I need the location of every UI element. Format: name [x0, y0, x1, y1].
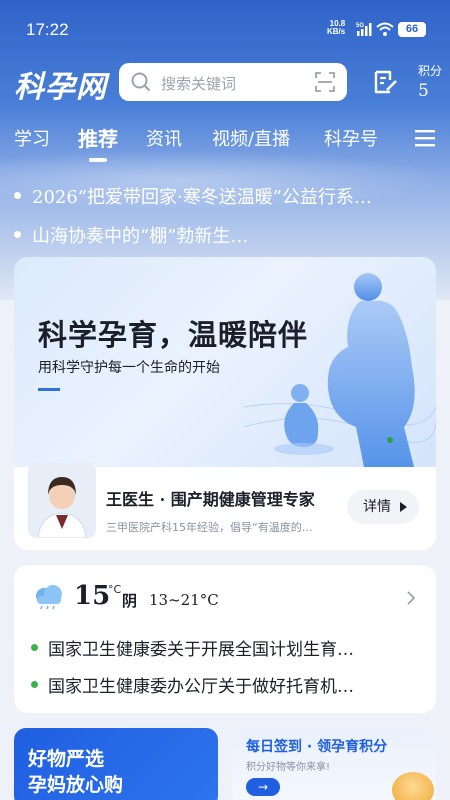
cloudy-weather-icon — [36, 585, 62, 610]
weather-card[interactable]: 15 °C 阴 13~21°C 国家卫生健康委关于开展全国计划生育… 国家卫生健… — [14, 565, 436, 713]
network-speed: 10.8 KB/s — [327, 19, 346, 36]
doctor-description: 三甲医院产科15年经验，倡导“有温度的… — [106, 521, 313, 534]
arrow-button[interactable]: → — [246, 778, 280, 796]
notice-text: 国家卫生健康委关于开展全国计划生育… — [48, 640, 354, 660]
chevron-right-icon[interactable] — [406, 591, 416, 605]
banner-accent-line — [38, 388, 60, 391]
gift-icon — [392, 772, 434, 800]
headline-text: 山海协奏中的“棚”勃新生… — [32, 226, 249, 247]
bullet-dot — [14, 231, 21, 238]
search-placeholder: 搜索关键词 — [161, 75, 237, 93]
tab-news[interactable]: 资讯 — [146, 125, 182, 151]
checkin-subtitle: 积分好物等你来拿! — [246, 762, 331, 773]
search-icon — [131, 72, 151, 92]
notice-item[interactable]: 国家卫生健康委办公厅关于做好托育机… — [14, 672, 436, 698]
bullet-dot — [31, 644, 38, 651]
headline-text: 2026“把爱带回家·寒冬送温暖”公益行系… — [32, 187, 372, 208]
promo-title: 好物严选 — [28, 748, 105, 770]
detail-label: 详情 — [363, 499, 391, 515]
notice-item[interactable]: 国家卫生健康委关于开展全国计划生育… — [14, 635, 436, 661]
temperature-value: 15 — [74, 581, 111, 611]
shop-promo-card[interactable]: 好物严选 孕妈放心购 — [14, 728, 218, 800]
scan-icon[interactable] — [315, 72, 335, 92]
promo-subtitle: 孕妈放心购 — [28, 774, 124, 796]
temperature-unit: °C — [108, 583, 122, 596]
bullet-dot — [31, 681, 38, 688]
banner-title: 科学孕育，温暖陪伴 — [38, 318, 309, 352]
search-bar[interactable]: 搜索关键词 — [119, 63, 347, 101]
notice-text: 国家卫生健康委办公厅关于做好托育机… — [48, 677, 354, 697]
tab-kiyun-account[interactable]: 科孕号 — [324, 125, 378, 151]
headline-item[interactable]: 山海协奏中的“棚”勃新生… — [0, 222, 450, 248]
doctor-name: 王医生 · 围产期健康管理专家 — [106, 490, 315, 509]
edit-icon[interactable] — [372, 68, 400, 96]
bullet-dot — [14, 192, 21, 199]
points-value: 5 — [418, 81, 429, 101]
status-time: 17:22 — [26, 20, 69, 39]
pregnancy-illustration — [244, 273, 436, 467]
play-arrow-icon — [400, 502, 407, 512]
doctor-avatar — [28, 463, 96, 538]
banner-card[interactable]: 科学孕育，温暖陪伴 用科学守护每一个生命的开始 王医生 · 围产期健康管理专家 … — [14, 257, 436, 550]
tab-video-live[interactable]: 视频/直播 — [212, 125, 290, 151]
category-tabs: 学习 推荐 资讯 视频/直播 科孕号 — [0, 125, 450, 165]
temperature-range: 13~21°C — [149, 591, 219, 609]
checkin-promo-card[interactable]: 每日签到 · 领孕育积分 积分好物等你来拿! → — [232, 728, 436, 800]
headline-item[interactable]: 2026“把爱带回家·寒冬送温暖”公益行系… — [0, 183, 450, 209]
carousel-indicator — [387, 437, 393, 443]
points-display[interactable]: 积分 5 — [418, 62, 442, 101]
wifi-icon — [376, 22, 394, 36]
weather-condition: 阴 — [122, 592, 138, 610]
network-type-label: 5G — [356, 23, 364, 29]
menu-icon[interactable] — [414, 129, 436, 147]
detail-button[interactable]: 详情 — [347, 490, 419, 524]
status-bar: 17:22 10.8 KB/s 5G 66 — [0, 0, 450, 56]
tab-study[interactable]: 学习 — [14, 125, 50, 151]
points-label: 积分 — [418, 64, 443, 78]
app-logo: 科孕网 — [14, 70, 107, 105]
battery-icon: 66 — [398, 22, 426, 37]
checkin-title: 每日签到 · 领孕育积分 — [246, 739, 388, 755]
banner-subtitle: 用科学守护每一个生命的开始 — [38, 360, 220, 376]
tab-recommend[interactable]: 推荐 — [78, 123, 118, 152]
active-tab-indicator — [89, 158, 107, 162]
cellular-signal-icon: 5G — [356, 23, 372, 36]
